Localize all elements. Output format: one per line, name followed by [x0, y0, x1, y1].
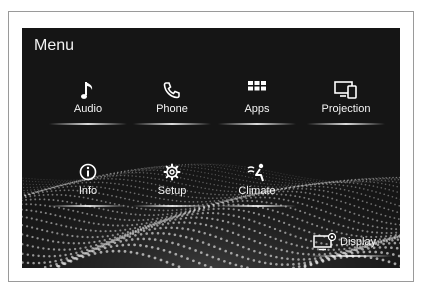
display-underline [310, 255, 392, 257]
info-underline [49, 205, 127, 207]
climate-label: Climate [238, 185, 276, 197]
phone-icon [163, 82, 180, 99]
gear-icon [163, 163, 181, 181]
climate-underline [218, 205, 296, 207]
music-note-icon [81, 82, 93, 99]
menu-screen: Menu Audio Phone Apps Projection Info Se… [22, 28, 400, 268]
info-label: Info [78, 185, 98, 197]
audio-label: Audio [73, 103, 103, 115]
apps-grid-icon [248, 81, 266, 91]
apps-button[interactable]: Apps [214, 78, 300, 128]
setup-button[interactable]: Setup [129, 160, 215, 210]
phone-button[interactable]: Phone [129, 78, 215, 128]
audio-underline [49, 123, 127, 125]
display-button[interactable]: Display [310, 231, 392, 257]
audio-button[interactable]: Audio [45, 78, 131, 128]
projection-underline [307, 123, 385, 125]
phone-underline [133, 123, 211, 125]
projection-label: Projection [321, 103, 371, 115]
projection-button[interactable]: Projection [303, 78, 389, 128]
climate-button[interactable]: Climate [214, 160, 300, 210]
climate-icon [247, 163, 264, 182]
info-icon [79, 163, 97, 181]
projection-icon [334, 81, 357, 99]
apps-underline [218, 123, 296, 125]
setup-label: Setup [157, 185, 187, 197]
display-icon [313, 233, 337, 251]
phone-label: Phone [156, 103, 188, 115]
menu-title: Menu [34, 37, 75, 54]
info-button[interactable]: Info [45, 160, 131, 210]
setup-underline [133, 205, 211, 207]
apps-label: Apps [244, 103, 270, 115]
display-label: Display [340, 236, 377, 248]
